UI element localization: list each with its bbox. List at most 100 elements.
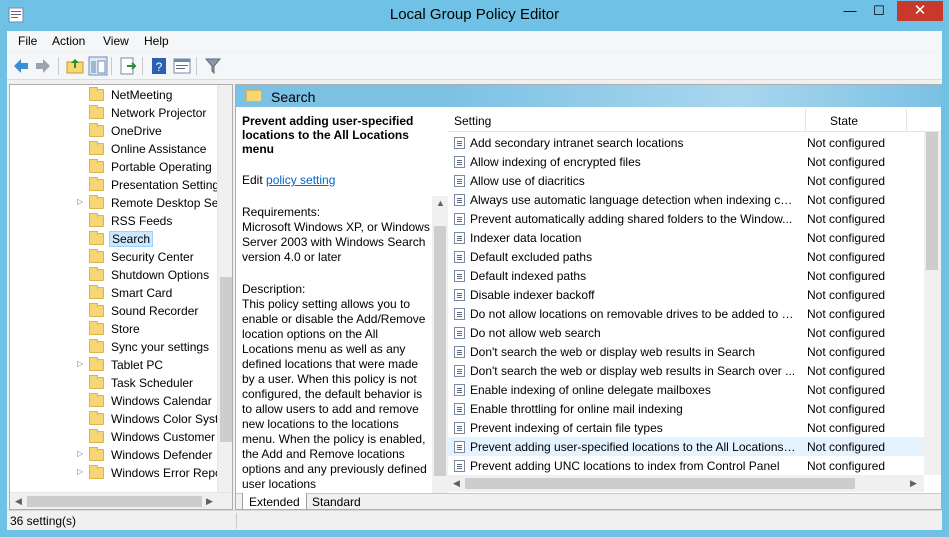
tree-vertical-scrollbar[interactable]: [217, 85, 232, 492]
policy-setting-icon: [454, 346, 465, 358]
tree-horizontal-scrollbar[interactable]: ◀ ▶: [10, 492, 232, 509]
tree-item[interactable]: Portable Operating: [10, 158, 216, 176]
toolbar: ?: [7, 52, 942, 80]
tab-extended[interactable]: Extended: [242, 493, 307, 509]
close-button[interactable]: ✕: [897, 1, 943, 21]
description-scroll-thumb[interactable]: [434, 226, 446, 476]
up-folder-icon[interactable]: [65, 56, 85, 76]
scroll-left-arrow-icon[interactable]: ◀: [15, 496, 22, 507]
menu-file[interactable]: File: [18, 34, 37, 48]
expand-arrow-icon[interactable]: ▷: [77, 197, 83, 206]
table-row[interactable]: Always use automatic language detection …: [448, 190, 924, 209]
table-row[interactable]: Don't search the web or display web resu…: [448, 342, 924, 361]
table-row[interactable]: Prevent adding UNC locations to index fr…: [448, 456, 924, 475]
column-setting[interactable]: Setting: [454, 114, 491, 128]
setting-name: Always use automatic language detection …: [470, 193, 796, 207]
table-row[interactable]: Allow indexing of encrypted files Not con…: [448, 152, 924, 171]
list-vertical-scrollbar[interactable]: [924, 132, 941, 475]
table-row[interactable]: Prevent automatically adding shared fold…: [448, 209, 924, 228]
tree-item[interactable]: Sync your settings: [10, 338, 216, 356]
tree-item[interactable]: Online Assistance: [10, 140, 216, 158]
folder-icon: [89, 249, 104, 263]
folder-icon: [89, 123, 104, 137]
properties-icon[interactable]: [172, 56, 192, 76]
tree-item[interactable]: Network Projector: [10, 104, 216, 122]
scroll-right-arrow-icon[interactable]: ▶: [206, 496, 213, 507]
back-icon[interactable]: [11, 56, 31, 76]
policy-setting-icon: [454, 156, 465, 168]
maximize-button[interactable]: ☐: [866, 1, 892, 21]
menu-view[interactable]: View: [103, 34, 129, 48]
table-row[interactable]: Indexer data location Not configured: [448, 228, 924, 247]
tree-item[interactable]: Windows Calendar: [10, 392, 216, 410]
table-row[interactable]: Do not allow locations on removable driv…: [448, 304, 924, 323]
expand-arrow-icon[interactable]: ▷: [77, 467, 83, 476]
list-scroll-thumb[interactable]: [926, 132, 938, 270]
tree-item[interactable]: Task Scheduler: [10, 374, 216, 392]
folder-icon: [89, 429, 104, 443]
description-text: Description: This policy setting allows …: [242, 282, 427, 491]
folder-icon: [89, 87, 104, 101]
export-list-icon[interactable]: [118, 56, 138, 76]
policy-setting-icon: [454, 422, 465, 434]
tree-item[interactable]: Security Center: [10, 248, 216, 266]
policy-setting-icon: [454, 384, 465, 396]
tab-standard[interactable]: Standard: [306, 493, 367, 509]
tree-item[interactable]: Shutdown Options: [10, 266, 216, 284]
list-hscroll-thumb[interactable]: [465, 478, 855, 489]
table-row[interactable]: Do not allow web search Not configured: [448, 323, 924, 342]
tree-item-label: RSS Feeds: [111, 214, 173, 228]
tree-item[interactable]: Smart Card: [10, 284, 216, 302]
expand-arrow-icon[interactable]: ▷: [77, 359, 83, 368]
table-row[interactable]: Don't search the web or display web resu…: [448, 361, 924, 380]
setting-state: Not configured: [807, 250, 886, 264]
setting-state: Not configured: [807, 345, 886, 359]
scroll-left-arrow-icon[interactable]: ◀: [453, 478, 460, 489]
tree-item[interactable]: ▷ Windows Defender: [10, 446, 216, 464]
table-row[interactable]: Add secondary intranet search locations N…: [448, 133, 924, 152]
tree-item[interactable]: Store: [10, 320, 216, 338]
tree-item[interactable]: Presentation Setting: [10, 176, 219, 194]
show-hide-tree-icon[interactable]: [88, 56, 108, 76]
settings-list: Setting State Add secondary intranet sea…: [448, 108, 941, 492]
setting-name: Do not allow locations on removable driv…: [470, 307, 796, 321]
scroll-right-arrow-icon[interactable]: ▶: [910, 478, 917, 489]
table-row[interactable]: Prevent indexing of certain file types No…: [448, 418, 924, 437]
tree-item[interactable]: OneDrive: [10, 122, 216, 140]
expand-arrow-icon[interactable]: ▷: [77, 449, 83, 458]
tree-item-label: Windows Defender: [111, 448, 213, 462]
forward-icon[interactable]: [33, 56, 53, 76]
tree-scroll-thumb[interactable]: [220, 277, 232, 442]
table-row[interactable]: Allow use of diacritics Not configured: [448, 171, 924, 190]
table-row[interactable]: Enable indexing of online delegate mailb…: [448, 380, 924, 399]
tree-item[interactable]: RSS Feeds: [10, 212, 216, 230]
table-row[interactable]: Default excluded paths Not configured: [448, 247, 924, 266]
setting-name: Disable indexer backoff: [470, 288, 595, 302]
tree-item[interactable]: ▷ Windows Error Repo: [10, 464, 222, 482]
minimize-button[interactable]: —: [837, 1, 863, 21]
table-row[interactable]: Enable throttling for online mail indexi…: [448, 399, 924, 418]
tree-item[interactable]: NetMeeting: [10, 86, 216, 104]
folder-icon: [89, 159, 104, 173]
edit-policy-link[interactable]: policy setting: [266, 173, 335, 187]
tree-item[interactable]: ▷ Remote Desktop Se: [10, 194, 218, 212]
svg-text:?: ?: [156, 60, 163, 74]
tree-item[interactable]: Sound Recorder: [10, 302, 216, 320]
tree-item-label: Shutdown Options: [111, 268, 210, 282]
tree-item[interactable]: Windows Customer: [10, 428, 216, 446]
column-state[interactable]: State: [830, 114, 858, 128]
table-row[interactable]: Disable indexer backoff Not configured: [448, 285, 924, 304]
tree-hscroll-thumb[interactable]: [27, 496, 202, 507]
scroll-up-arrow-icon[interactable]: ▲: [436, 198, 445, 208]
description-scrollbar[interactable]: ▲ ▼: [432, 196, 448, 509]
table-row[interactable]: Prevent adding user-specified locations …: [448, 437, 924, 456]
list-horizontal-scrollbar[interactable]: ◀ ▶: [448, 475, 924, 492]
menu-action[interactable]: Action: [52, 34, 85, 48]
help-icon[interactable]: ?: [149, 56, 169, 76]
tree-item[interactable]: Search: [10, 230, 216, 248]
tree-item[interactable]: ▷ Tablet PC: [10, 356, 216, 374]
filter-icon[interactable]: [203, 56, 223, 76]
menu-help[interactable]: Help: [144, 34, 169, 48]
tree-item[interactable]: Windows Color Syst: [10, 410, 218, 428]
table-row[interactable]: Default indexed paths Not configured: [448, 266, 924, 285]
